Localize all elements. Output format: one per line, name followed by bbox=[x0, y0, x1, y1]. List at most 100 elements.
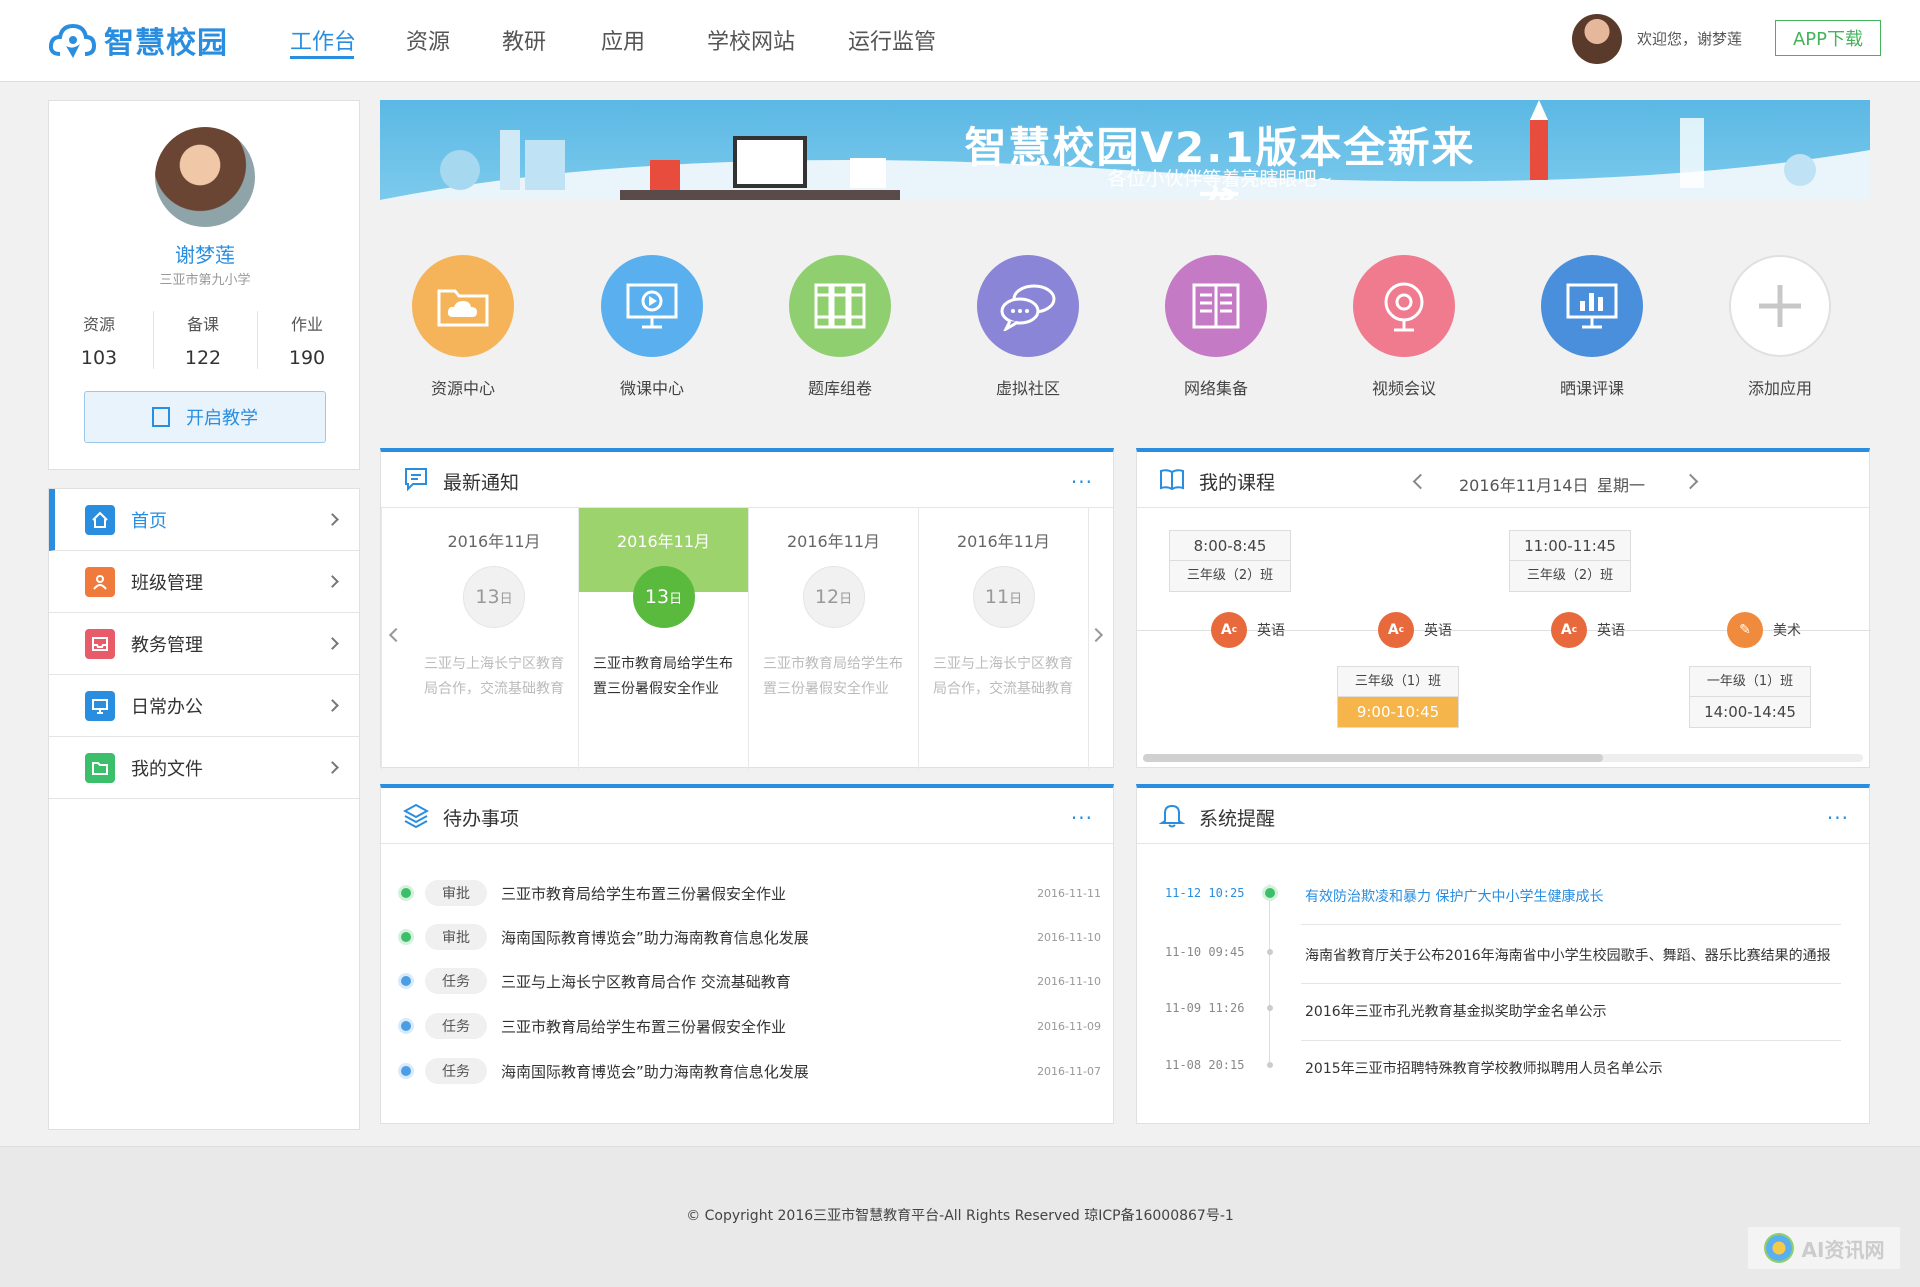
notice-text: 三亚市教育局给学生布置三份暑假安全作业 bbox=[593, 656, 733, 697]
stat-value: 122 bbox=[184, 347, 222, 369]
notice-item-active[interactable]: 2016年11月 13 日 三亚市教育局给学生布置三份暑假安全作业 bbox=[579, 508, 749, 770]
logo[interactable]: 智慧校园 bbox=[48, 18, 228, 62]
notice-day: 13 日 bbox=[463, 566, 525, 628]
nav-apps[interactable]: 应用 bbox=[601, 24, 645, 56]
course-item[interactable]: Ac 英语 bbox=[1378, 612, 1452, 648]
notice-item[interactable]: 2016年11月 11 日 三亚与上海长宁区教育局合作，交流基础教育 bbox=[919, 508, 1089, 770]
app-add-application[interactable]: 添加应用 bbox=[1725, 255, 1835, 399]
notice-item[interactable]: 2016年11月 13 日 三亚与上海长宁区教育局合作，交流基础教育 bbox=[381, 508, 579, 770]
nav-workbench[interactable]: 工作台 bbox=[290, 24, 356, 56]
prev-day-button[interactable] bbox=[1412, 473, 1429, 490]
watermark-text: AI资讯网 bbox=[1801, 1237, 1885, 1262]
course-item[interactable]: Ac 英语 bbox=[1211, 612, 1285, 648]
notices-title: 最新通知 bbox=[443, 472, 520, 494]
notice-day-number: 11 bbox=[984, 586, 1010, 608]
sidebar-item-label: 日常办公 bbox=[131, 696, 203, 718]
app-resource-center[interactable]: 资源中心 bbox=[408, 255, 518, 399]
footer: © Copyright 2016三亚市智慧教育平台-All Rights Res… bbox=[0, 1146, 1920, 1287]
course-subject: 美术 bbox=[1773, 623, 1801, 639]
todo-row[interactable]: 任务 三亚市教育局给学生布置三份暑假安全作业 2016-11-09 bbox=[401, 1009, 1101, 1043]
notice-day: 11 日 bbox=[972, 566, 1035, 628]
courses-card: 我的课程 2016年11月14日 星期一 8:00-8:45 三年级（2）班 A… bbox=[1136, 448, 1871, 768]
more-button[interactable]: ··· bbox=[1071, 470, 1093, 494]
todo-row[interactable]: 审批 海南国际教育博览会”助力海南教育信息化发展 2016-11-10 bbox=[401, 920, 1101, 954]
cloud-logo-icon bbox=[48, 23, 96, 58]
chart-screen-icon bbox=[1541, 255, 1643, 357]
sidebar-item-academic-affairs[interactable]: 教务管理 bbox=[49, 613, 359, 675]
bell-icon bbox=[1159, 804, 1185, 828]
alert-timeline bbox=[1269, 884, 1270, 1066]
more-button[interactable]: ··· bbox=[1071, 806, 1093, 830]
next-day-button[interactable] bbox=[1682, 473, 1699, 490]
course-slot: 8:00-8:45 三年级（2）班 bbox=[1169, 530, 1291, 592]
course-time: 11:00-11:45 bbox=[1510, 531, 1630, 561]
todo-tag: 任务 bbox=[425, 968, 487, 994]
layers-icon bbox=[403, 803, 429, 828]
profile-school: 三亚市第九小学 bbox=[159, 273, 251, 288]
course-slot: 11:00-11:45 三年级（2）班 bbox=[1509, 530, 1631, 592]
app-online-collective-prep[interactable]: 网络集备 bbox=[1161, 255, 1271, 399]
nav-school-site[interactable]: 学校网站 bbox=[707, 24, 795, 56]
todos-title: 待办事项 bbox=[443, 808, 520, 830]
alert-text: 有效防治欺凌和暴力 保护广大中小学生健康成长 bbox=[1305, 889, 1604, 905]
todo-text: 三亚市教育局给学生布置三份暑假安全作业 bbox=[501, 1017, 787, 1036]
start-teaching-button[interactable]: 开启教学 bbox=[84, 391, 326, 443]
nav-resources[interactable]: 资源 bbox=[406, 24, 450, 56]
course-item[interactable]: Ac 英语 bbox=[1551, 612, 1625, 648]
user-avatar[interactable] bbox=[1572, 14, 1622, 64]
card-header: 最新通知 ··· bbox=[381, 452, 1113, 508]
stat-lessons[interactable]: 备课 122 bbox=[153, 311, 253, 369]
course-class: 三年级（2）班 bbox=[1186, 568, 1274, 583]
nav-monitoring[interactable]: 运行监管 bbox=[848, 24, 936, 56]
notice-day: 12 日 bbox=[802, 566, 865, 628]
todo-tag: 审批 bbox=[425, 880, 487, 906]
stat-homework[interactable]: 作业 190 bbox=[257, 311, 357, 369]
todo-row[interactable]: 任务 三亚与上海长宁区教育局合作 交流基础教育 2016-11-10 bbox=[401, 964, 1101, 998]
notice-item[interactable]: 2016年11月 12 日 三亚市教育局给学生布置三份暑假安全作业 bbox=[749, 508, 919, 770]
notice-day-unit: 日 bbox=[669, 591, 683, 607]
app-microlesson-center[interactable]: 微课中心 bbox=[597, 255, 707, 399]
start-teaching-label: 开启教学 bbox=[186, 408, 258, 429]
notices-card: 最新通知 ··· 2016年11月 13 日 三亚与上海长宁区教育局合作，交流基础… bbox=[380, 448, 1114, 770]
course-item[interactable]: ✎ 美术 bbox=[1727, 612, 1801, 648]
nav-research[interactable]: 教研 bbox=[502, 24, 546, 56]
status-dot bbox=[401, 976, 411, 986]
course-subject: 英语 bbox=[1257, 623, 1285, 639]
inbox-icon bbox=[85, 628, 115, 659]
course-time: 8:00-8:45 bbox=[1170, 531, 1290, 561]
sidebar-item-class-management[interactable]: 班级管理 bbox=[49, 551, 359, 613]
video-screen-icon bbox=[601, 255, 703, 357]
app-video-conference[interactable]: 视频会议 bbox=[1349, 255, 1459, 399]
todo-row[interactable]: 审批 三亚市教育局给学生布置三份暑假安全作业 2016-11-11 bbox=[401, 876, 1101, 910]
todo-row[interactable]: 任务 海南国际教育博览会”助力海南教育信息化发展 2016-11-07 bbox=[401, 1054, 1101, 1088]
alert-time: 11-10 09:45 bbox=[1165, 945, 1245, 959]
chevron-right-icon[interactable] bbox=[1088, 627, 1104, 643]
status-dot bbox=[401, 1066, 411, 1076]
notice-day-unit: 日 bbox=[499, 591, 513, 607]
english-icon: Ac bbox=[1551, 612, 1587, 648]
notice-text: 三亚与上海长宁区教育局合作，交流基础教育 bbox=[424, 656, 564, 697]
status-dot bbox=[401, 1021, 411, 1031]
horizontal-scrollbar[interactable] bbox=[1143, 754, 1863, 762]
sidebar-item-my-files[interactable]: 我的文件 bbox=[49, 737, 359, 799]
more-button[interactable]: ··· bbox=[1827, 806, 1849, 830]
course-time: 9:00-10:45 bbox=[1338, 697, 1458, 727]
promo-banner[interactable]: 智慧校园V2.1版本全新来袭 各位小伙伴等着亮瞎眼吧~ bbox=[380, 100, 1870, 200]
monitor-icon bbox=[85, 690, 115, 721]
sidebar-item-home[interactable]: 首页 bbox=[49, 489, 359, 551]
alert-time: 11-09 11:26 bbox=[1165, 1001, 1245, 1015]
profile-name[interactable]: 谢梦莲 bbox=[49, 239, 361, 268]
app-virtual-community[interactable]: 虚拟社区 bbox=[973, 255, 1083, 399]
app-question-bank[interactable]: 题库组卷 bbox=[785, 255, 895, 399]
app-download-button[interactable]: APP下载 bbox=[1775, 20, 1881, 56]
notice-date: 2016年11月 bbox=[447, 532, 541, 551]
app-lesson-review[interactable]: 晒课评课 bbox=[1537, 255, 1647, 399]
divider bbox=[1301, 924, 1841, 925]
stat-resources[interactable]: 资源 103 bbox=[49, 311, 149, 369]
sidebar-item-daily-office[interactable]: 日常办公 bbox=[49, 675, 359, 737]
scrollbar-thumb[interactable] bbox=[1143, 754, 1603, 762]
divider bbox=[1301, 1040, 1841, 1041]
todo-date: 2016-11-10 bbox=[1037, 930, 1101, 944]
stat-value: 190 bbox=[288, 347, 326, 369]
notice-day: 13 日 bbox=[632, 566, 695, 628]
